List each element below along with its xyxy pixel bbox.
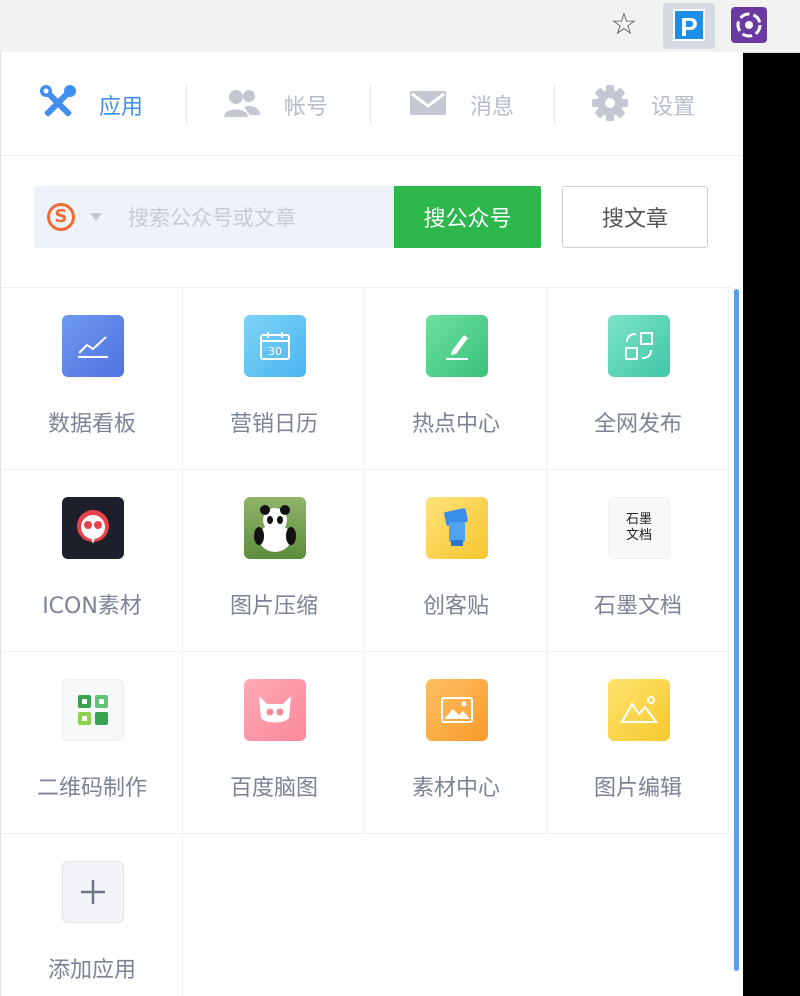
sogou-icon[interactable]: S (47, 203, 75, 231)
app-item-data-board[interactable]: 数据看板 (1, 288, 183, 470)
extension-popup: 应用 帐号 消息 设置 S 搜索公众号或文章 搜公众号 搜文章 数据看板 30 … (0, 52, 743, 996)
tab-divider (554, 85, 555, 125)
calendar-icon: 30 (244, 315, 306, 377)
mindmap-icon (244, 679, 306, 741)
plus-icon (62, 861, 124, 923)
app-grid: 数据看板 30 营销日历 热点中心 全网发布 ICON素材 图片压缩 创客贴 石… (1, 287, 731, 996)
chart-icon (62, 315, 124, 377)
shimo-logo-text: 石墨文档 (625, 512, 652, 543)
tab-messages-label: 消息 (470, 95, 515, 120)
app-item-shimo[interactable]: 石墨文档 石墨文档 (547, 470, 729, 652)
scrollbar[interactable] (734, 289, 739, 971)
app-label: ICON素材 (42, 594, 142, 619)
search-input[interactable] (126, 186, 392, 250)
app-label: 二维码制作 (36, 776, 147, 801)
search-bar: S 搜公众号 (34, 186, 541, 250)
tab-messages[interactable]: 消息 (408, 78, 514, 132)
tab-settings[interactable]: 设置 (591, 78, 695, 132)
tab-divider (370, 85, 371, 125)
extension-p-icon: P (673, 9, 705, 42)
users-icon (222, 85, 262, 125)
gear-icon (591, 84, 629, 126)
search-account-button[interactable]: 搜公众号 (394, 186, 541, 248)
panda-icon (244, 497, 306, 559)
qrcode-icon (62, 679, 124, 741)
extension-p-button[interactable]: P (663, 3, 715, 49)
app-item-qrcode[interactable]: 二维码制作 (1, 652, 183, 834)
photo-edit-icon (608, 679, 670, 741)
chuangketie-icon (426, 497, 488, 559)
shimo-icon: 石墨文档 (608, 497, 670, 559)
tab-apps-label: 应用 (99, 95, 144, 120)
search-box: S (34, 186, 394, 250)
app-label: 添加应用 (47, 958, 136, 983)
image-icon (426, 679, 488, 741)
app-label: 素材中心 (411, 776, 500, 801)
app-item-hot-center[interactable]: 热点中心 (365, 288, 547, 470)
extension-swirl-icon[interactable] (731, 7, 767, 43)
app-item-image-compress[interactable]: 图片压缩 (183, 470, 365, 652)
page-background (742, 64, 800, 996)
app-item-marketing-calendar[interactable]: 30 营销日历 (183, 288, 365, 470)
tab-accounts-label: 帐号 (284, 95, 329, 120)
chevron-down-icon[interactable] (90, 213, 102, 221)
app-label: 营销日历 (229, 412, 318, 437)
tab-bar: 应用 帐号 消息 设置 (1, 52, 743, 156)
tools-icon (39, 84, 77, 126)
tab-accounts[interactable]: 帐号 (222, 78, 328, 132)
app-label: 创客贴 (422, 594, 489, 619)
app-label: 热点中心 (411, 412, 500, 437)
app-item-icon-material[interactable]: ICON素材 (1, 470, 183, 652)
publish-icon (608, 315, 670, 377)
app-item-chuangketie[interactable]: 创客贴 (365, 470, 547, 652)
app-label: 数据看板 (47, 412, 136, 437)
calendar-day-text: 30 (268, 345, 282, 358)
bookmark-star-icon[interactable]: ☆ (607, 8, 641, 42)
search-article-button[interactable]: 搜文章 (562, 186, 708, 248)
browser-toolbar: ☆ P (0, 0, 800, 53)
tab-apps[interactable]: 应用 (39, 78, 143, 132)
app-label: 图片编辑 (593, 776, 682, 801)
app-item-material-center[interactable]: 素材中心 (365, 652, 547, 834)
tab-settings-label: 设置 (651, 95, 696, 120)
tab-divider (186, 85, 187, 125)
app-label: 全网发布 (593, 412, 682, 437)
app-item-publish[interactable]: 全网发布 (547, 288, 729, 470)
app-label: 图片压缩 (229, 594, 318, 619)
skull-icon (62, 497, 124, 559)
app-item-add[interactable]: 添加应用 (1, 834, 183, 996)
app-item-baidu-mindmap[interactable]: 百度脑图 (183, 652, 365, 834)
app-item-image-edit[interactable]: 图片编辑 (547, 652, 729, 834)
app-label: 石墨文档 (593, 594, 682, 619)
app-label: 百度脑图 (229, 776, 318, 801)
mail-icon (408, 88, 448, 122)
pen-icon (426, 315, 488, 377)
